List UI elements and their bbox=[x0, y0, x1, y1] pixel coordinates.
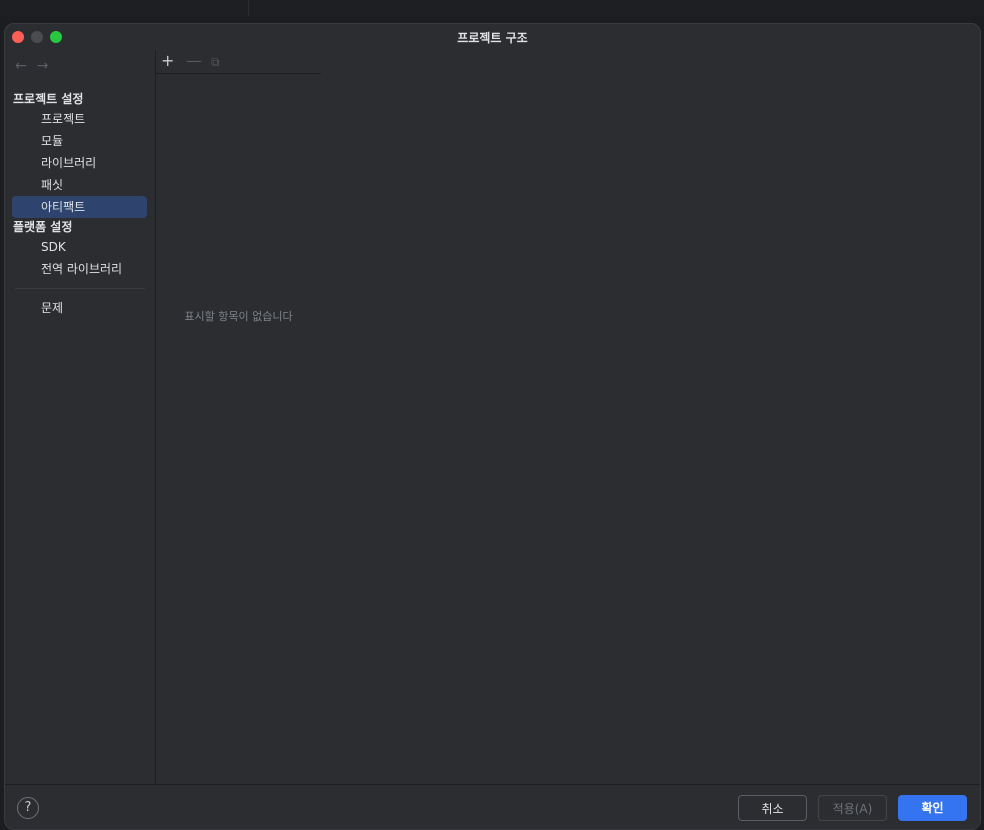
title-bar: 프로젝트 구조 bbox=[5, 24, 980, 50]
artifacts-toolbar: + — ⧉ bbox=[156, 50, 321, 74]
settings-sidebar: ← → 프로젝트 설정 프로젝트 모듈 라이브러리 패싯 아티팩트 플랫폼 설정 … bbox=[5, 50, 155, 785]
sidebar-divider bbox=[15, 288, 145, 289]
apply-button[interactable]: 적용(A) bbox=[818, 795, 887, 821]
artifacts-list-panel: + — ⧉ 표시할 항목이 없습니다 bbox=[155, 50, 322, 785]
sidebar-item-libraries[interactable]: 라이브러리 bbox=[12, 152, 147, 174]
sidebar-item-global-libraries[interactable]: 전역 라이브러리 bbox=[12, 258, 147, 280]
strip-divider bbox=[248, 0, 249, 16]
project-structure-dialog: 프로젝트 구조 ← → 프로젝트 설정 프로젝트 모듈 라이브러리 패싯 아티팩트… bbox=[4, 23, 981, 830]
dialog-title: 프로젝트 구조 bbox=[457, 31, 528, 45]
dialog-footer: ? 취소 적용(A) 확인 bbox=[5, 784, 980, 829]
detail-panel bbox=[321, 50, 980, 785]
sidebar-item-modules[interactable]: 모듈 bbox=[12, 130, 147, 152]
navigation-arrows: ← → bbox=[15, 58, 58, 74]
background-window-strip bbox=[0, 0, 984, 16]
sidebar-item-facets[interactable]: 패싯 bbox=[12, 174, 147, 196]
sidebar-item-artifacts[interactable]: 아티팩트 bbox=[12, 196, 147, 218]
ok-button[interactable]: 확인 bbox=[898, 795, 967, 821]
sidebar-list: 프로젝트 설정 프로젝트 모듈 라이브러리 패싯 아티팩트 플랫폼 설정 SDK… bbox=[5, 90, 155, 319]
minus-icon[interactable]: — bbox=[186, 51, 202, 70]
sidebar-item-sdk[interactable]: SDK bbox=[12, 236, 147, 258]
sidebar-header-platform-settings: 플랫폼 설정 bbox=[13, 220, 73, 234]
empty-list-message: 표시할 항목이 없습니다 bbox=[184, 310, 293, 323]
arrow-right-icon[interactable]: → bbox=[37, 58, 49, 74]
arrow-left-icon[interactable]: ← bbox=[15, 58, 27, 74]
sidebar-header-project-settings: 프로젝트 설정 bbox=[13, 92, 84, 106]
help-icon[interactable]: ? bbox=[17, 797, 39, 819]
plus-icon[interactable]: + bbox=[161, 51, 174, 70]
copy-icon[interactable]: ⧉ bbox=[211, 55, 220, 70]
sidebar-item-problems[interactable]: 문제 bbox=[12, 297, 147, 319]
sidebar-item-project[interactable]: 프로젝트 bbox=[12, 108, 147, 130]
cancel-button[interactable]: 취소 bbox=[738, 795, 807, 821]
